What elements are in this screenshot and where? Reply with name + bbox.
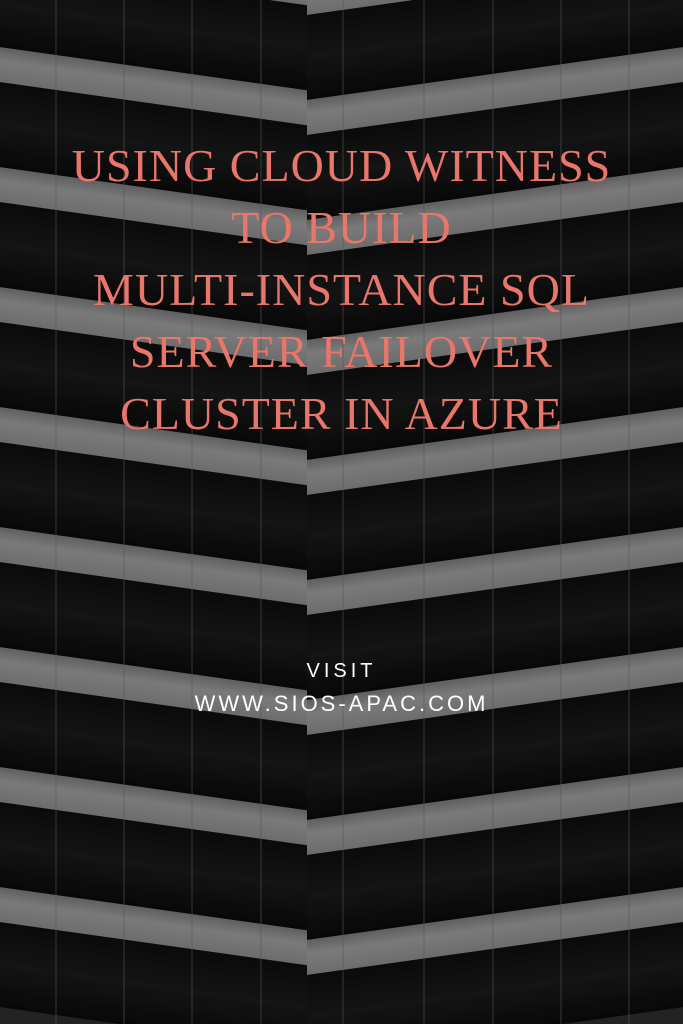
visit-section: VISIT WWW.SIOS-APAC.COM xyxy=(195,660,489,717)
title-line-1: USING CLOUD WITNESS xyxy=(72,140,612,191)
title-line-4: SERVER FAILOVER xyxy=(130,326,553,377)
title-line-2: TO BUILD xyxy=(231,202,452,253)
visit-label: VISIT xyxy=(195,660,489,683)
title-line-5: CLUSTER IN AZURE xyxy=(120,388,563,439)
title-line-3: MULTI-INSTANCE SQL xyxy=(93,264,590,315)
visit-url: WWW.SIOS-APAC.COM xyxy=(195,691,489,717)
main-title: USING CLOUD WITNESS TO BUILD MULTI-INSTA… xyxy=(72,135,612,445)
content-container: USING CLOUD WITNESS TO BUILD MULTI-INSTA… xyxy=(0,0,683,1024)
